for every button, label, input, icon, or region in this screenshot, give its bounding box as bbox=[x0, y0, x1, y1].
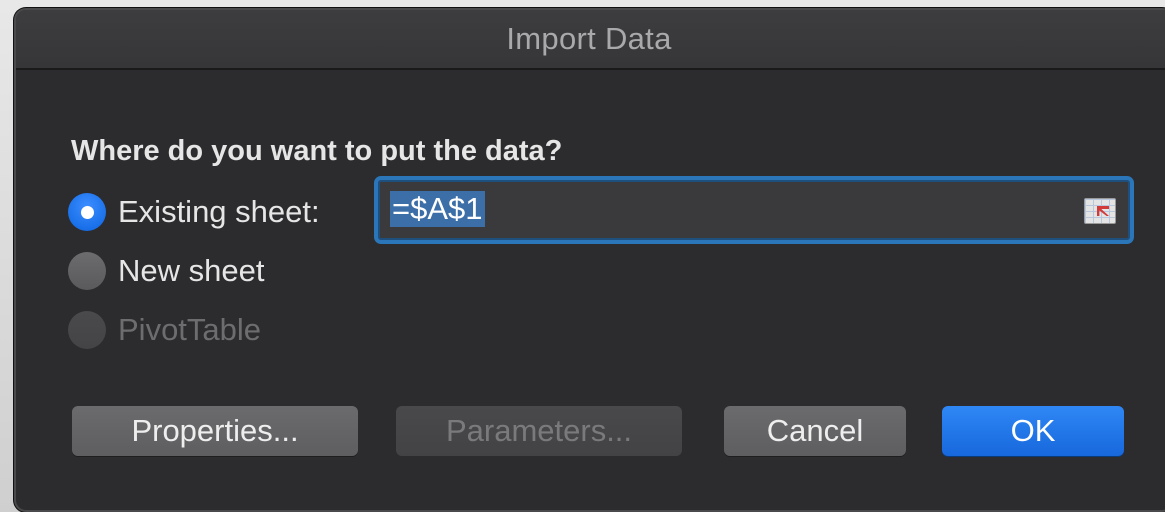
radio-selected-icon[interactable] bbox=[68, 193, 106, 231]
radio-unselected-icon[interactable] bbox=[68, 252, 106, 290]
collapse-dialog-icon[interactable] bbox=[1084, 198, 1116, 224]
radio-new-sheet[interactable]: New sheet bbox=[68, 252, 264, 290]
radio-pivottable: PivotTable bbox=[68, 311, 261, 349]
placement-question: Where do you want to put the data? bbox=[71, 135, 563, 167]
ok-button[interactable]: OK bbox=[942, 406, 1124, 456]
radio-existing-sheet[interactable]: Existing sheet: bbox=[68, 193, 320, 231]
cell-reference-input[interactable]: =$A$1 bbox=[374, 176, 1134, 244]
parameters-button: Parameters... bbox=[396, 406, 682, 456]
cancel-button[interactable]: Cancel bbox=[724, 406, 906, 456]
dialog-title: Import Data bbox=[506, 21, 672, 56]
cell-reference-value[interactable]: =$A$1 bbox=[390, 191, 485, 227]
radio-disabled-icon bbox=[68, 311, 106, 349]
radio-pivottable-label: PivotTable bbox=[118, 312, 262, 347]
properties-button[interactable]: Properties... bbox=[72, 406, 358, 456]
import-data-dialog: Import Data Where do you want to put the… bbox=[14, 8, 1165, 512]
dialog-titlebar[interactable]: Import Data bbox=[16, 10, 1165, 70]
radio-existing-sheet-label[interactable]: Existing sheet: bbox=[118, 194, 320, 230]
radio-new-sheet-label[interactable]: New sheet bbox=[118, 253, 264, 289]
